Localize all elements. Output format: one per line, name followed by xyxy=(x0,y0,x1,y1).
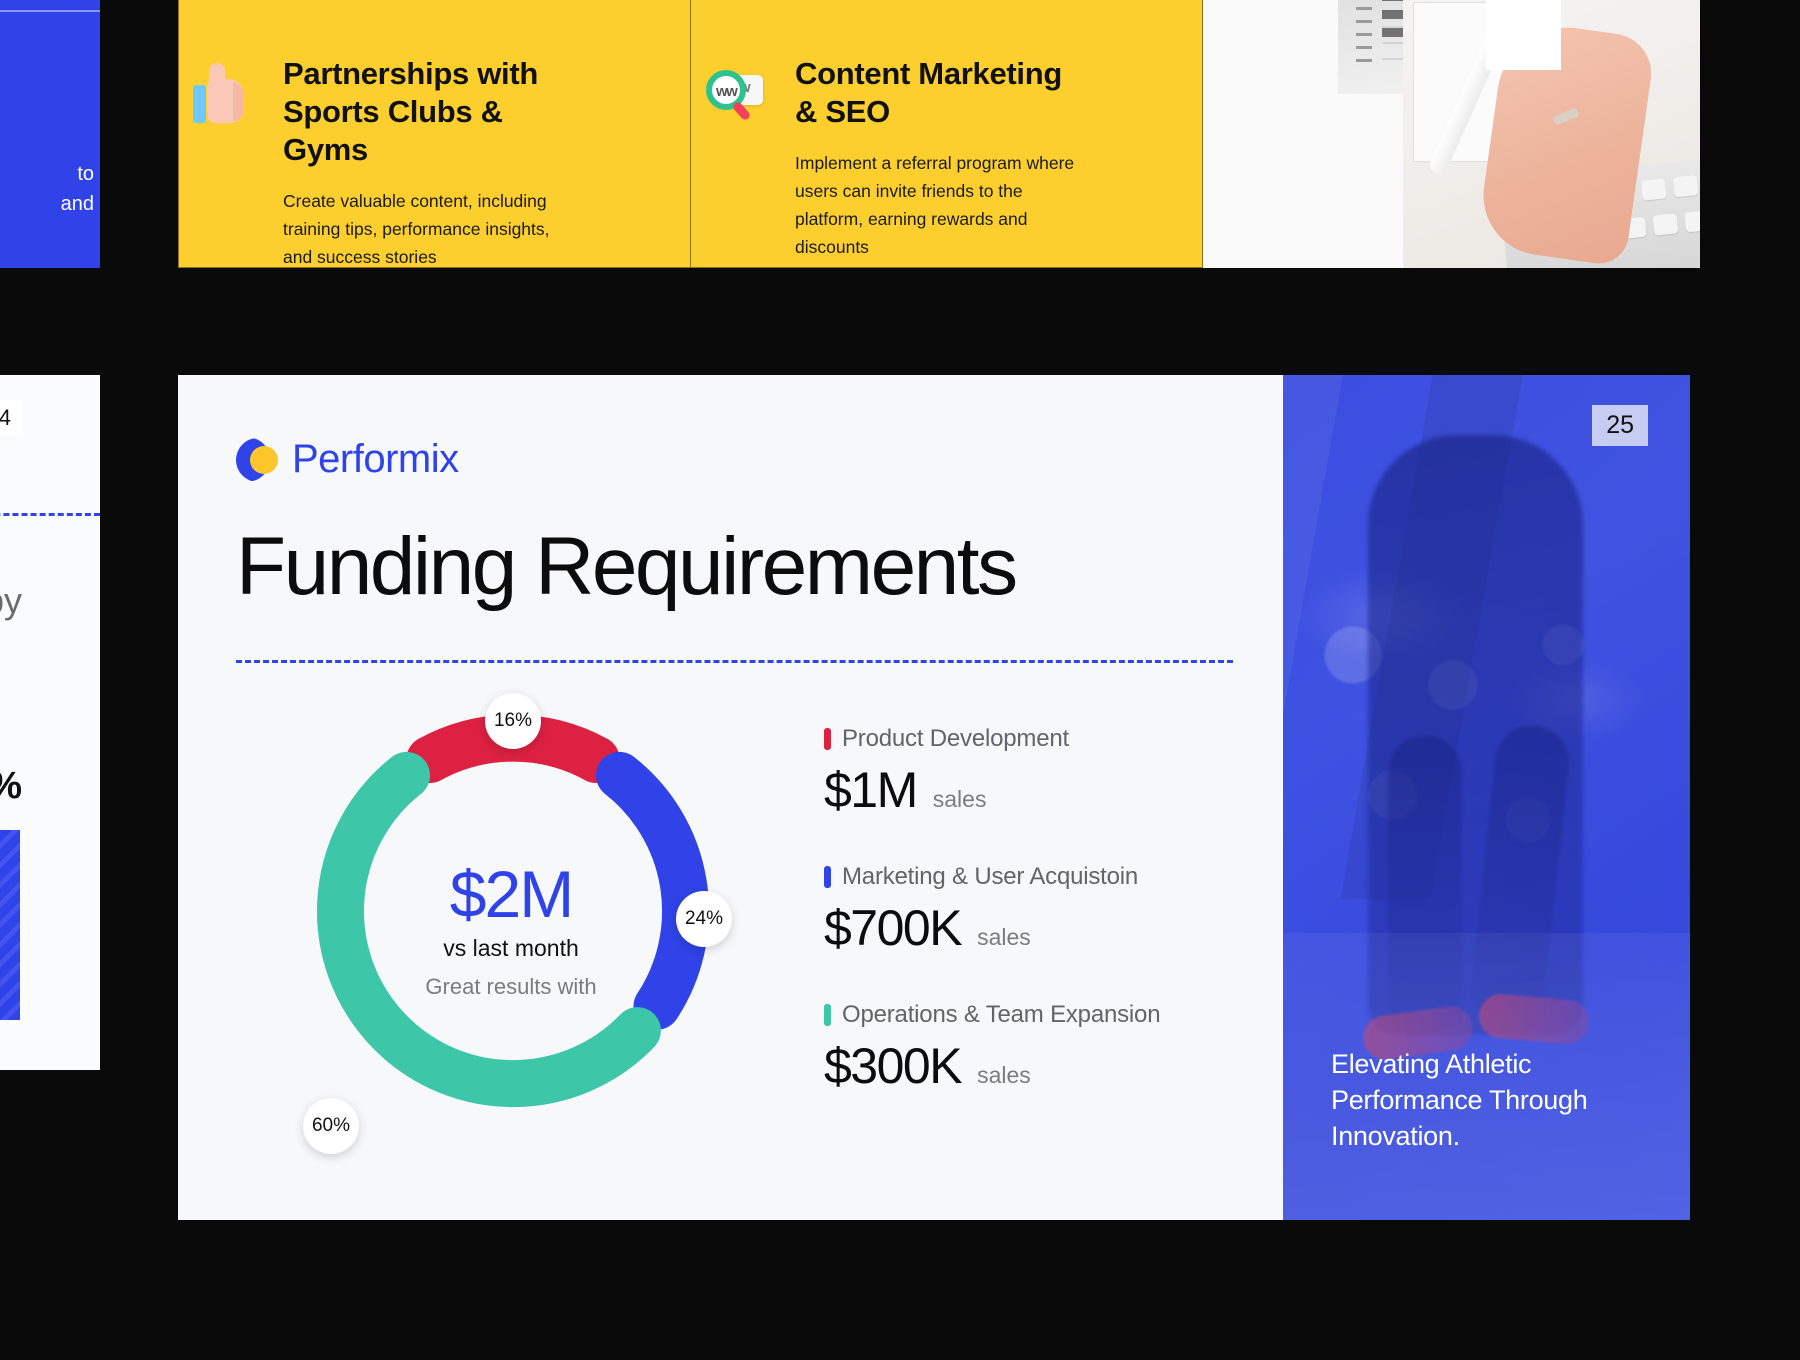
legend-amount: $300K xyxy=(824,1038,963,1094)
dashed-divider xyxy=(236,660,1233,663)
chart-and-legend: $2M vs last month Great results with 16%… xyxy=(236,693,1283,1154)
slide-caption: Elevating Athletic Performance Through I… xyxy=(1331,1049,1588,1151)
donut-center-labels: $2M vs last month Great results with xyxy=(276,711,746,1141)
funding-requirements-slide: Performix Funding Requirements $2M vs la… xyxy=(178,375,1690,1220)
thumbs-up-icon xyxy=(179,11,265,267)
fragment-line-2: and xyxy=(60,193,94,215)
dashed-rule xyxy=(0,513,100,516)
legend-swatch-icon xyxy=(824,728,831,750)
slide-photo-panel: 25 Elevating Athletic Performance Throug… xyxy=(1283,375,1690,1220)
legend-swatch-icon xyxy=(824,866,831,888)
slide-content-area: Performix Funding Requirements $2M vs la… xyxy=(178,375,1283,1220)
legend-amount: $700K xyxy=(824,900,963,956)
fragment-line-1: to xyxy=(77,163,94,185)
magnifier-www-icon: w ww xyxy=(691,11,777,267)
legend-amount: $1M xyxy=(824,762,918,818)
donut-center-note: Great results with xyxy=(425,973,597,999)
legend-unit: sales xyxy=(932,786,987,812)
donut-center-value: $2M xyxy=(449,856,574,931)
percent-badge-marketing: 24% xyxy=(676,891,732,947)
percent-badge-product-development: 16% xyxy=(485,693,541,749)
yellow-feature-card: Partnerships with Sports Clubs & Gyms Cr… xyxy=(178,0,1203,268)
feature-column-content-marketing: w ww Content Marketing & SEO Implement a… xyxy=(691,0,1202,267)
legend-item-operations-team-expansion: Operations & Team Expansion $300K sales xyxy=(824,1001,1204,1095)
chart-legend: Product Development $1M sales Marketing … xyxy=(824,711,1204,1141)
feature-title: Content Marketing & SEO xyxy=(795,56,1063,129)
blue-slide-fragment: to and xyxy=(0,0,100,268)
photo-collage xyxy=(1203,0,1700,268)
brand-lockup: Performix xyxy=(236,437,1283,482)
text-fragment: by xyxy=(0,580,22,621)
performix-logo-icon xyxy=(236,437,278,482)
page-number-badge: 24 xyxy=(0,400,22,436)
percent-fragment: 0% xyxy=(0,765,22,808)
legend-label: Marketing & User Acquistoin xyxy=(842,863,1139,890)
feature-body: Implement a referral program where users… xyxy=(795,153,1075,257)
screenshot-canvas: to and Partnerships with Sports Clubs & … xyxy=(0,0,1800,1360)
percent-badge-operations: 60% xyxy=(303,1098,359,1154)
feature-column-partnerships: Partnerships with Sports Clubs & Gyms Cr… xyxy=(179,0,691,267)
funding-donut-chart: $2M vs last month Great results with 16%… xyxy=(276,693,746,1154)
white-overlay-block xyxy=(1486,0,1561,70)
legend-item-product-development: Product Development $1M sales xyxy=(824,725,1204,819)
legend-label: Operations & Team Expansion xyxy=(842,1001,1161,1028)
legend-label: Product Development xyxy=(842,725,1069,752)
previous-slide-fragment: 24 by 0% xyxy=(0,375,100,1070)
striped-bar xyxy=(0,830,20,1020)
legend-unit: sales xyxy=(977,1062,1031,1088)
feature-body: Create valuable content, including train… xyxy=(283,191,550,267)
donut-center-subtitle: vs last month xyxy=(443,934,579,961)
legend-swatch-icon xyxy=(824,1004,831,1026)
feature-title: Partnerships with Sports Clubs & Gyms xyxy=(283,56,539,167)
legend-unit: sales xyxy=(977,924,1031,950)
divider xyxy=(0,10,100,12)
page-number-badge: 25 xyxy=(1592,405,1648,446)
page-title: Funding Requirements xyxy=(236,521,1018,612)
legend-item-marketing-user-acquisition: Marketing & User Acquistoin $700K sales xyxy=(824,863,1204,957)
brand-name: Performix xyxy=(292,437,459,481)
